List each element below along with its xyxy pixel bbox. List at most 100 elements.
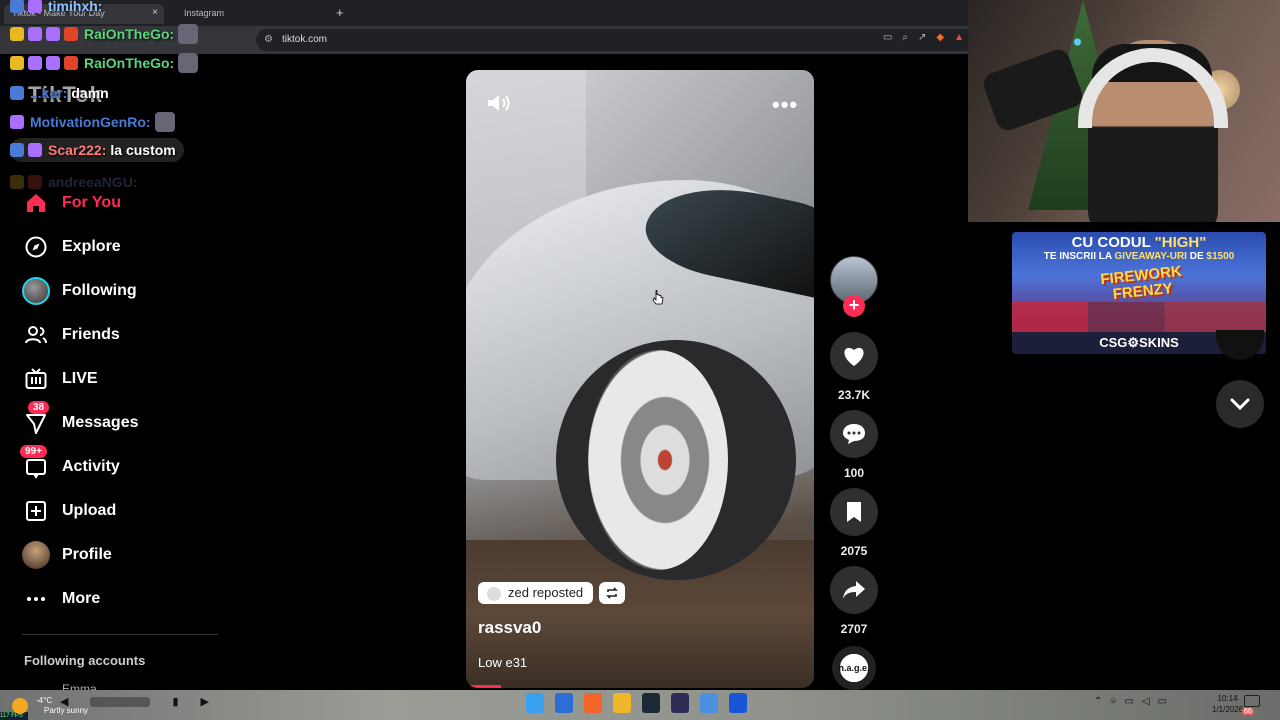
chat-emote bbox=[178, 24, 199, 44]
ad-event-title: FIREWORK FRENZY bbox=[1099, 262, 1183, 304]
chat-badge-icon bbox=[64, 56, 78, 70]
file-explorer-icon[interactable] bbox=[613, 693, 631, 713]
pause-icon[interactable]: ▮ bbox=[172, 695, 178, 708]
sidebar-item-following[interactable]: Following bbox=[22, 274, 137, 308]
sidebar-item-live[interactable]: LIVE bbox=[22, 362, 98, 396]
tab-instagram-title: Instagram bbox=[184, 8, 225, 18]
volume-icon[interactable] bbox=[486, 92, 512, 114]
previous-video-button[interactable] bbox=[1216, 330, 1264, 360]
activity-count-badge: 99+ bbox=[20, 445, 47, 458]
zoom-icon[interactable]: ⌕ bbox=[902, 32, 908, 43]
sidebar-item-for-you[interactable]: For You bbox=[22, 186, 121, 220]
sidebar-item-label: Activity bbox=[62, 458, 120, 475]
chat-badge-icon bbox=[10, 143, 24, 157]
ad-subline: TE INSCRII LA GIVEAWAY-URI DE $1500 bbox=[1012, 251, 1266, 262]
chat-line: ...ker: damn bbox=[10, 81, 109, 105]
share-icon[interactable]: ↗ bbox=[918, 32, 926, 43]
tab-close-icon[interactable]: × bbox=[152, 7, 158, 18]
start-icon[interactable] bbox=[526, 693, 544, 713]
share-button[interactable] bbox=[830, 566, 878, 614]
ad-code: "HIGH" bbox=[1154, 234, 1207, 251]
repost-text: zed reposted bbox=[508, 585, 584, 600]
chat-line: timihxh: bbox=[10, 0, 102, 18]
crown-badge-icon bbox=[10, 27, 24, 41]
shield-icon[interactable]: ◆ bbox=[936, 32, 944, 43]
chat-username: ...ker: bbox=[30, 85, 68, 101]
video-frame-wheel bbox=[588, 350, 728, 570]
taskbar-apps bbox=[526, 693, 747, 713]
battery-icon[interactable]: ▭ bbox=[1158, 696, 1167, 707]
clock-date: 1/1/2026 bbox=[1212, 705, 1244, 714]
sun-icon bbox=[12, 698, 28, 714]
site-info-icon[interactable]: ⚙ bbox=[264, 34, 273, 45]
ad-headline-prefix: CU CODUL bbox=[1071, 234, 1151, 251]
share-arrow-icon bbox=[843, 581, 865, 599]
repost-icon[interactable] bbox=[599, 582, 626, 604]
sidebar-item-messages[interactable]: 38 Messages bbox=[22, 401, 139, 440]
bookmark-icon bbox=[847, 502, 861, 522]
more-icon bbox=[22, 585, 50, 613]
chat-emote bbox=[178, 53, 199, 73]
tray-expand-icon[interactable]: ⌃ bbox=[1094, 696, 1102, 707]
repost-label[interactable]: zed reposted bbox=[478, 582, 594, 604]
sidebar-item-explore[interactable]: Explore bbox=[22, 230, 121, 264]
brave-browser-icon[interactable] bbox=[584, 693, 602, 713]
weather-temp: -4°C bbox=[36, 696, 53, 705]
chat-username: MotivationGenRo: bbox=[30, 114, 151, 130]
sidebar-item-friends[interactable]: Friends bbox=[22, 318, 120, 352]
bookmark-button[interactable] bbox=[830, 488, 878, 536]
obs-icon[interactable] bbox=[671, 693, 689, 713]
chat-badge-icon bbox=[46, 27, 60, 41]
sidebar-item-upload[interactable]: Upload bbox=[22, 494, 116, 528]
tab-instagram[interactable]: Instagram bbox=[176, 4, 326, 24]
app-icon[interactable] bbox=[729, 693, 747, 713]
chat-badge-icon bbox=[10, 0, 24, 13]
like-button[interactable] bbox=[830, 332, 878, 380]
video-author[interactable]: rassva0 bbox=[478, 618, 541, 638]
video-caption: Low e31 bbox=[478, 655, 528, 670]
sidebar-item-more[interactable]: More bbox=[22, 582, 100, 616]
activity-icon: 99+ bbox=[20, 445, 50, 481]
chat-line: RaiOnTheGo: bbox=[10, 51, 199, 75]
follow-plus-icon[interactable]: + bbox=[843, 295, 865, 317]
steam-icon[interactable] bbox=[642, 693, 660, 713]
sidebar-item-activity[interactable]: 99+ Activity bbox=[20, 445, 120, 484]
ad-headline: CU CODUL "HIGH" bbox=[1012, 234, 1266, 251]
media-title-bar bbox=[90, 696, 151, 707]
url-field[interactable]: ⚙ tiktok.com bbox=[256, 29, 976, 51]
display-icon[interactable]: ▭ bbox=[1124, 696, 1133, 707]
network-icon[interactable]: ⌾ bbox=[1110, 696, 1116, 707]
video-player[interactable]: ••• zed reposted rassva0 Low e31 bbox=[466, 70, 814, 688]
profile-avatar bbox=[22, 541, 50, 569]
like-count: 23.7K bbox=[837, 388, 871, 402]
taskbar-clock[interactable]: 10:14 1/1/2026 bbox=[1212, 693, 1243, 715]
sidebar-item-label: Upload bbox=[62, 502, 117, 519]
volume-tray-icon[interactable]: ◁ bbox=[1142, 696, 1150, 707]
new-tab-button[interactable]: + bbox=[336, 5, 344, 20]
ad-amount: $1500 bbox=[1206, 251, 1235, 262]
ad-subline-mid: DE bbox=[1189, 251, 1204, 262]
music-disc-icon[interactable]: h.a.g.e. bbox=[832, 646, 876, 690]
next-track-icon[interactable]: ▶ bbox=[201, 695, 209, 708]
more-options-icon[interactable]: ••• bbox=[772, 92, 798, 118]
chat-username: timihxh: bbox=[48, 0, 103, 14]
clock-time: 10:14 bbox=[1217, 694, 1238, 703]
system-tray: ⌃ ⌾ ▭ ◁ ▭ bbox=[1094, 696, 1167, 707]
comment-count: 100 bbox=[843, 466, 865, 480]
notepad-icon[interactable] bbox=[700, 693, 718, 713]
rewards-icon[interactable]: ▲ bbox=[954, 32, 964, 43]
video-progress-bar[interactable] bbox=[466, 685, 501, 688]
previous-track-icon[interactable]: ◀ bbox=[60, 695, 68, 708]
sidebar-item-profile[interactable]: Profile bbox=[22, 538, 112, 572]
comment-button[interactable] bbox=[830, 410, 878, 458]
reader-icon[interactable]: ▭ bbox=[883, 32, 892, 43]
streamer-webcam bbox=[968, 0, 1280, 222]
home-icon bbox=[22, 189, 50, 217]
heart-icon bbox=[844, 347, 864, 366]
task-view-icon[interactable] bbox=[555, 693, 573, 713]
upload-icon bbox=[22, 497, 50, 525]
chat-badge-icon bbox=[28, 143, 42, 157]
notification-center-icon[interactable] bbox=[1244, 695, 1260, 707]
next-video-button[interactable] bbox=[1216, 380, 1264, 428]
chat-username: RaiOnTheGo: bbox=[84, 26, 175, 42]
